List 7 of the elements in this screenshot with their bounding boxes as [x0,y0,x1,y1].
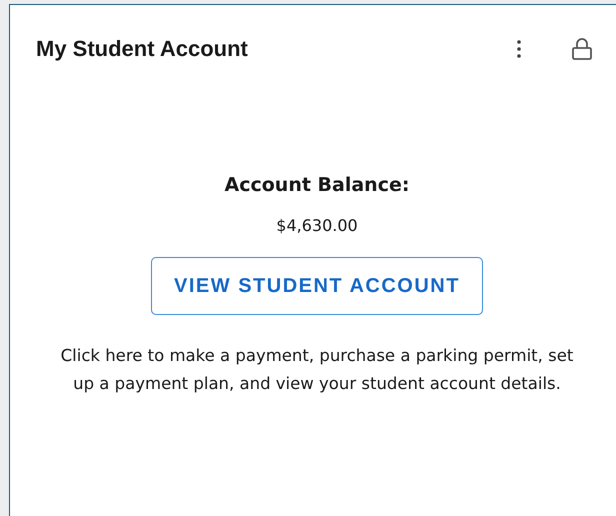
lock-icon[interactable] [571,37,593,61]
description-text: Click here to make a payment, purchase a parking permit, set up a payment plan, and view your student account details. [60,345,574,395]
view-account-button[interactable]: VIEW STUDENT ACCOUNT [151,257,483,315]
balance-amount: $4,630.00 [276,216,358,235]
balance-label: Account Balance: [224,174,410,196]
more-options-icon[interactable] [516,39,522,59]
card-title: My Student Account [36,36,249,62]
